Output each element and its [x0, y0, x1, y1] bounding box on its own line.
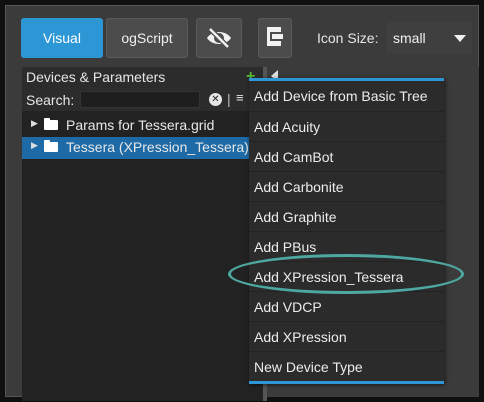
menu-item-new-device-type[interactable]: New Device Type — [249, 351, 444, 381]
tree-item-params[interactable]: ▶ Params for Tessera.grid — [22, 115, 263, 137]
menu-item-add-acuity[interactable]: Add Acuity — [249, 111, 444, 141]
icon-size-select[interactable]: small — [387, 22, 472, 54]
sort-icon[interactable]: ≡ — [236, 90, 244, 105]
devices-panel: Devices & Parameters + Search: ✕ | ≡ = ▶… — [22, 67, 263, 401]
menu-item-add-xpression[interactable]: Add XPression — [249, 321, 444, 351]
search-label: Search: — [26, 92, 75, 108]
search-input[interactable] — [80, 91, 200, 108]
toggle-visibility-button[interactable] — [196, 18, 242, 58]
tree-item-label: Params for Tessera.grid — [66, 117, 215, 133]
clear-search-icon[interactable]: ✕ — [209, 93, 222, 106]
expand-arrow-icon[interactable]: ▶ — [31, 140, 38, 151]
folder-icon — [44, 118, 58, 130]
context-menu: Add Device from Basic Tree Add Acuity Ad… — [249, 78, 444, 384]
menu-item-add-graphite[interactable]: Add Graphite — [249, 201, 444, 231]
folder-icon — [44, 140, 58, 152]
tree-item-tessera[interactable]: ▶ Tessera (XPression_Tessera) — [22, 137, 263, 159]
menu-item-add-cambot[interactable]: Add CamBot — [249, 141, 444, 171]
layout-icon — [267, 27, 283, 46]
toolbar-separator: | — [227, 91, 231, 107]
menu-item-add-carbonite[interactable]: Add Carbonite — [249, 171, 444, 201]
menu-item-add-pbus[interactable]: Add PBus — [249, 231, 444, 261]
tab-ogscript[interactable]: ogScript — [106, 18, 188, 58]
layout-button[interactable] — [258, 18, 292, 58]
menu-item-add-device-basic-tree[interactable]: Add Device from Basic Tree — [249, 81, 444, 111]
toolbar: Visual ogScript Icon Size: small — [0, 0, 484, 66]
eye-slash-icon — [207, 27, 231, 49]
panel-title: Devices & Parameters — [26, 69, 166, 85]
chevron-down-icon — [454, 35, 466, 42]
panel-header: Devices & Parameters + Search: ✕ | ≡ = — [22, 67, 263, 111]
tree-item-label: Tessera (XPression_Tessera) — [66, 139, 249, 155]
tab-visual[interactable]: Visual — [21, 18, 103, 58]
menu-item-add-vdcp[interactable]: Add VDCP — [249, 291, 444, 321]
icon-size-label: Icon Size: — [317, 30, 379, 46]
menu-item-add-xpression-tessera[interactable]: Add XPression_Tessera — [249, 261, 444, 291]
expand-arrow-icon[interactable]: ▶ — [31, 118, 38, 129]
icon-size-value: small — [393, 30, 426, 46]
